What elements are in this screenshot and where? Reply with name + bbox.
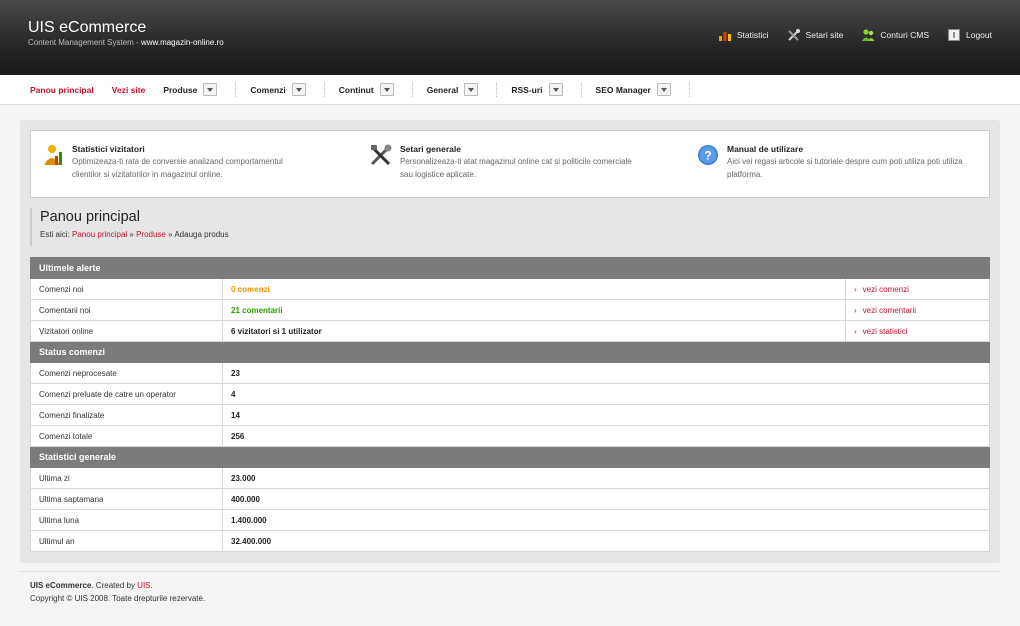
footer-copyright: Copyright © UIS 2008. Toate drepturile r…	[30, 593, 206, 603]
logout-icon	[948, 29, 960, 41]
link-vezi-statistici[interactable]: › vezi statistici	[845, 320, 990, 342]
nav-seo-manager[interactable]: SEO Manager	[596, 83, 671, 96]
svg-text:?: ?	[704, 149, 711, 163]
breadcrumb-produse[interactable]: Produse	[136, 230, 166, 239]
site-url: www.magazin-online.ro	[140, 38, 224, 47]
main-panel: Statistici vizitatori Optimizeaza-ti rat…	[20, 120, 1000, 563]
link-vezi-comentarii[interactable]: › vezi comentarii	[845, 299, 990, 321]
table-row: Ultima zi 23.000	[30, 467, 990, 489]
section-header-alerte: Ultimele alerte	[30, 257, 990, 279]
section-header-status-comenzi: Status comenzi	[30, 341, 990, 363]
settings-tools-icon	[370, 144, 392, 166]
dashboard-table: Ultimele alerte Comenzi noi 0 comenzi › v…	[30, 257, 990, 552]
table-row: Comenzi totale 256	[30, 425, 990, 447]
top-link-conturi-cms[interactable]: Conturi CMS	[861, 28, 929, 42]
nav-rss[interactable]: RSS-uri	[511, 83, 563, 96]
nav-produse[interactable]: Produse	[163, 83, 218, 96]
footer: UIS eCommerce. Created by UIS. Copyright…	[30, 580, 205, 605]
visitor-stats-icon	[44, 145, 62, 165]
users-icon	[862, 29, 875, 41]
app-subtitle: Content Management System - www.magazin-…	[28, 38, 224, 47]
section-header-statistici-generale: Statistici generale	[30, 446, 990, 468]
nav-continut[interactable]: Continut	[339, 83, 394, 96]
footer-brand: UIS eCommerce	[30, 581, 92, 590]
nav-comenzi[interactable]: Comenzi	[250, 83, 306, 96]
nav-separator	[323, 82, 325, 97]
breadcrumb-panou-principal[interactable]: Panou principal	[72, 230, 127, 239]
table-row: Comenzi noi 0 comenzi › vezi comenzi	[30, 278, 990, 300]
table-row: Ultima saptamana 400.000	[30, 488, 990, 510]
nav-general[interactable]: General	[427, 83, 479, 96]
top-links: Statistici Setari site Conturi CMS Logou…	[718, 28, 992, 42]
app-header: UIS eCommerce Content Management System …	[0, 0, 1020, 75]
footer-author-link[interactable]: UIS	[137, 581, 150, 590]
nav-separator	[688, 82, 690, 97]
table-row: Ultima luna 1.400.000	[30, 509, 990, 531]
table-row: Vizitatori online 6 vizitatori si 1 util…	[30, 320, 990, 342]
chevron-right-icon: ›	[854, 326, 857, 336]
breadcrumb-current: Adauga produs	[174, 230, 229, 239]
table-row: Comentarii noi 21 comentarii › vezi comen…	[30, 299, 990, 321]
info-box: Statistici vizitatori Optimizeaza-ti rat…	[30, 130, 990, 198]
nav-panou-principal[interactable]: Panou principal	[30, 85, 94, 95]
chevron-down-icon[interactable]	[203, 83, 218, 96]
page-title: Panou principal	[40, 209, 140, 225]
chevron-down-icon[interactable]	[291, 83, 306, 96]
main-nav: Panou principal Vezi site Produse Comenz…	[0, 75, 1020, 105]
online-visitors-value: 6 vizitatori si 1 utilizator	[222, 320, 846, 342]
chevron-down-icon[interactable]	[656, 83, 671, 96]
table-row: Ultimul an 32.400.000	[30, 530, 990, 552]
chevron-down-icon[interactable]	[464, 83, 479, 96]
new-orders-value: 0 comenzi	[222, 278, 846, 300]
link-vezi-comenzi[interactable]: › vezi comenzi	[845, 278, 990, 300]
chevron-down-icon[interactable]	[379, 83, 394, 96]
chevron-right-icon: ›	[854, 305, 857, 315]
help-icon: ?	[698, 145, 718, 165]
top-link-setari-site[interactable]: Setari site	[787, 28, 843, 42]
stats-icon	[718, 32, 731, 41]
chevron-right-icon: ›	[854, 284, 857, 294]
top-link-statistici[interactable]: Statistici	[718, 28, 769, 42]
new-comments-value: 21 comentarii	[222, 299, 846, 321]
tools-icon	[787, 29, 800, 41]
table-row: Comenzi finalizate 14	[30, 404, 990, 426]
nav-separator	[411, 82, 413, 97]
breadcrumb: Esti aici: Panou principal » Produse » A…	[40, 230, 229, 239]
table-row: Comenzi preluate de catre un operator 4	[30, 383, 990, 405]
nav-separator	[496, 82, 498, 97]
top-link-logout[interactable]: Logout	[947, 28, 992, 42]
page-header: Panou principal Esti aici: Panou princip…	[30, 208, 990, 246]
table-row: Comenzi neprocesate 23	[30, 362, 990, 384]
footer-divider	[20, 571, 1000, 572]
nav-vezi-site[interactable]: Vezi site	[112, 85, 146, 95]
nav-separator	[580, 82, 582, 97]
chevron-down-icon[interactable]	[548, 83, 563, 96]
nav-separator	[235, 82, 237, 97]
app-title: UIS eCommerce	[28, 19, 147, 36]
